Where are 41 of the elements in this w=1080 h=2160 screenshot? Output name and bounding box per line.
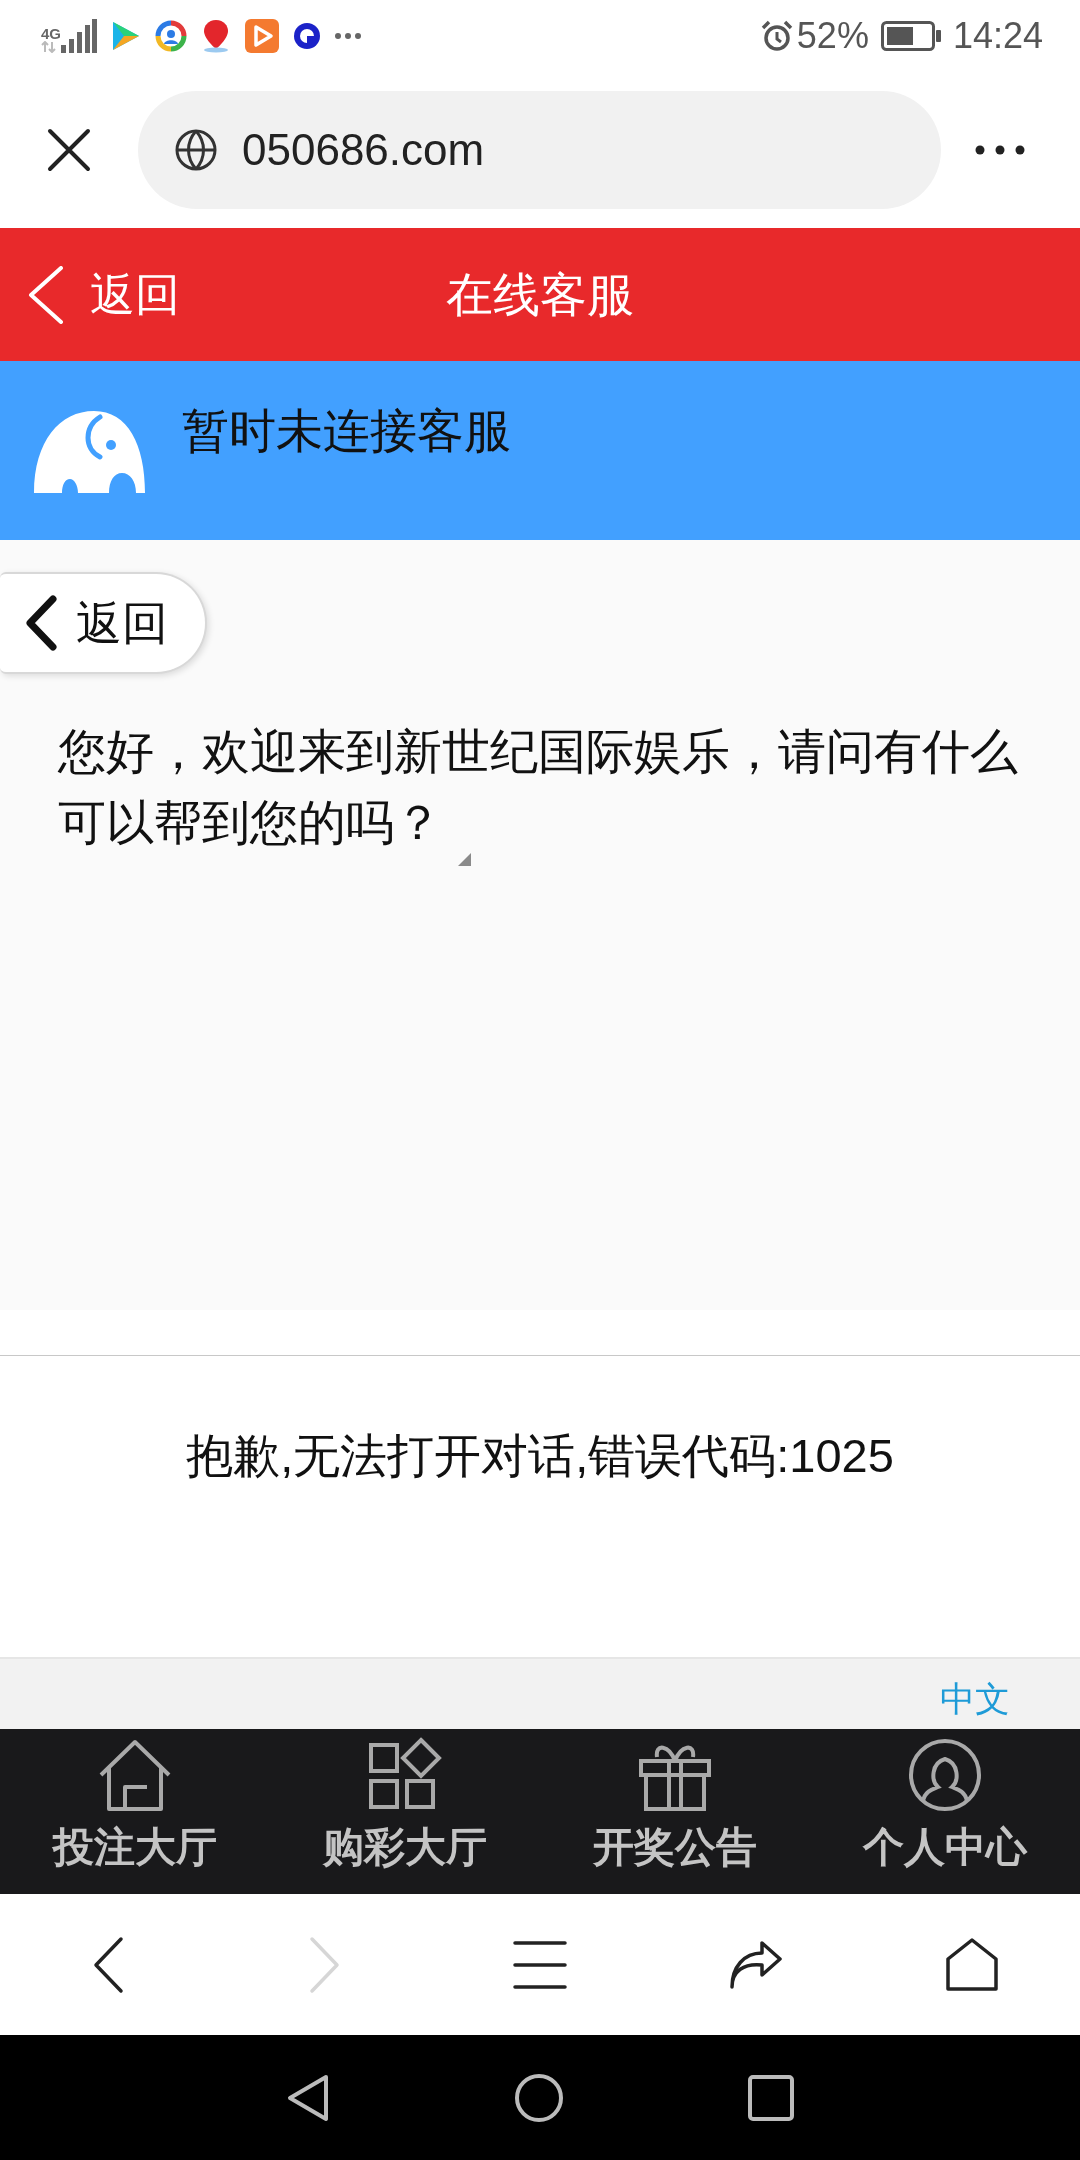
system-back-button[interactable] (286, 2072, 330, 2123)
alarm-clock-icon (760, 20, 793, 52)
address-bar[interactable]: 050686.com (138, 91, 941, 209)
close-button[interactable] (47, 128, 91, 172)
system-home-button[interactable] (514, 2072, 564, 2123)
tab-bar-item[interactable]: 投注大厅 (0, 1729, 270, 1894)
battery-percent: 52% (796, 18, 869, 54)
ring-app-icon (155, 20, 187, 52)
battery-icon (880, 21, 941, 51)
error-message: 抱歉,无法打开对话,错误代码:1025 (186, 1429, 894, 1482)
more-dots-icon (335, 33, 361, 39)
circle-app-icon (292, 21, 322, 51)
chevron-left-icon (92, 1935, 124, 1994)
globe-icon (174, 128, 218, 172)
page-title: 在线客服 (446, 271, 634, 318)
message-text: 您好，欢迎来到新世纪国际娱乐，请问有什么可以帮到您的吗？ (58, 725, 1018, 849)
agent-status-text: 暂时未连接客服 (182, 403, 511, 459)
home-icon (944, 1936, 1000, 1993)
network-type-label: 4G (41, 26, 61, 41)
play-tile-icon (245, 19, 279, 53)
clock-time: 14:24 (952, 18, 1043, 54)
back-link[interactable]: 返回 (0, 265, 180, 324)
triangle-back-icon (286, 2072, 330, 2123)
system-recents-button[interactable] (748, 2074, 794, 2121)
tab-bar-item[interactable]: 个人中心 (810, 1729, 1080, 1894)
chevron-left-icon (24, 595, 58, 651)
more-icon (975, 145, 1025, 155)
tab-bar-item[interactable]: 开奖公告 (540, 1729, 810, 1894)
circle-home-icon (514, 2072, 564, 2123)
close-icon (47, 128, 91, 172)
chevron-left-icon (28, 265, 64, 324)
more-button[interactable] (975, 145, 1025, 155)
elephant-icon (34, 409, 145, 493)
resize-handle-icon[interactable] (458, 853, 471, 866)
square-recents-icon (748, 2074, 794, 2121)
data-arrows-icon (41, 41, 57, 53)
back-button[interactable]: 返回 (0, 572, 207, 674)
chevron-right-icon (308, 1935, 340, 1994)
menu-icon (512, 1939, 568, 1990)
signal-bars-icon (61, 19, 97, 53)
tab-bar-item[interactable]: 购彩大厅 (270, 1729, 540, 1894)
